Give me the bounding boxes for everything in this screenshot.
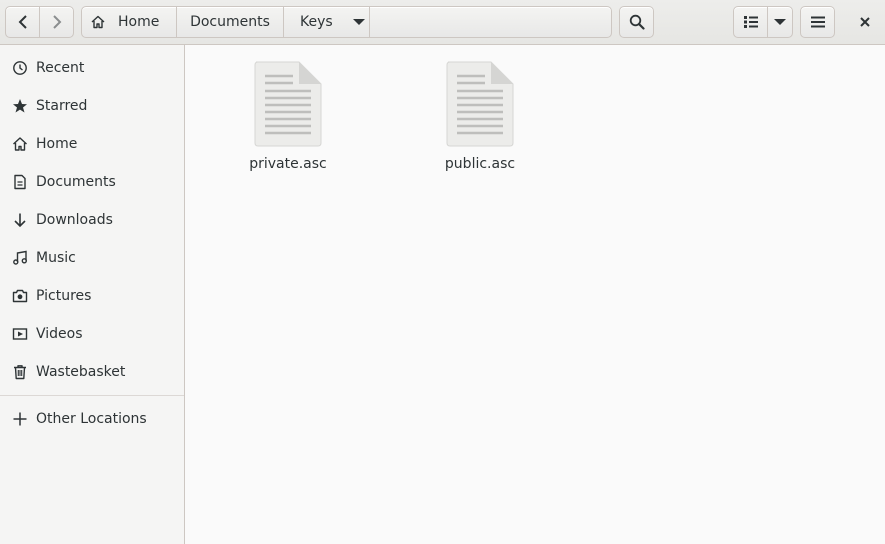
file-item[interactable]: public.asc	[420, 61, 540, 172]
sidebar-item-label: Videos	[36, 326, 83, 342]
list-view-button[interactable]	[733, 6, 768, 38]
text-file-icon	[446, 61, 514, 147]
forward-button[interactable]	[39, 6, 74, 38]
sidebar-item-downloads[interactable]: Downloads	[0, 201, 184, 239]
file-name: private.asc	[249, 156, 327, 172]
sidebar-item-pictures[interactable]: Pictures	[0, 277, 184, 315]
sidebar-item-label: Documents	[36, 174, 116, 190]
text-file-icon	[254, 61, 322, 147]
download-icon	[12, 212, 28, 228]
chevron-down-icon	[774, 19, 786, 25]
breadcrumb-home[interactable]: Home	[81, 6, 177, 38]
document-icon	[12, 174, 28, 190]
view-options-button[interactable]	[767, 6, 793, 38]
breadcrumb-label: Documents	[190, 14, 270, 30]
chevron-left-icon	[18, 15, 27, 29]
trash-icon	[12, 364, 28, 380]
sidebar-item-wastebasket[interactable]: Wastebasket	[0, 353, 184, 391]
home-icon	[12, 136, 28, 152]
plus-icon	[12, 411, 28, 427]
search-button[interactable]	[619, 6, 654, 38]
sidebar-item-label: Home	[36, 136, 78, 152]
breadcrumb-keys[interactable]: Keys	[283, 6, 370, 38]
list-view-icon	[743, 16, 758, 28]
sidebar-item-label: Downloads	[36, 212, 113, 228]
hamburger-icon	[810, 16, 825, 28]
breadcrumb-label: Home	[118, 14, 160, 30]
sidebar-item-documents[interactable]: Documents	[0, 163, 184, 201]
close-window-button[interactable]	[850, 6, 880, 38]
camera-icon	[12, 288, 28, 304]
sidebar-item-home[interactable]: Home	[0, 125, 184, 163]
breadcrumb-documents[interactable]: Documents	[176, 6, 284, 38]
search-icon	[629, 14, 645, 30]
chevron-right-icon	[52, 15, 61, 29]
file-view: private.asc public.asc	[186, 45, 885, 544]
home-icon	[91, 15, 105, 29]
file-item[interactable]: private.asc	[228, 61, 348, 172]
sidebar-item-label: Wastebasket	[36, 364, 126, 380]
sidebar-item-label: Music	[36, 250, 76, 266]
sidebar-item-label: Pictures	[36, 288, 92, 304]
sidebar-item-other-locations[interactable]: Other Locations	[0, 400, 184, 438]
sidebar-item-recent[interactable]: Recent	[0, 49, 184, 87]
sidebar-item-music[interactable]: Music	[0, 239, 184, 277]
star-icon	[12, 98, 28, 114]
music-icon	[12, 250, 28, 266]
sidebar-item-label: Starred	[36, 98, 88, 114]
video-icon	[12, 326, 28, 342]
dropdown-arrow-icon[interactable]	[352, 18, 365, 26]
sidebar: Recent Starred Home Documents Downloads …	[0, 45, 185, 544]
breadcrumb-label: Keys	[300, 14, 333, 30]
clock-icon	[12, 60, 28, 76]
sidebar-item-videos[interactable]: Videos	[0, 315, 184, 353]
main-menu-button[interactable]	[800, 6, 835, 38]
sidebar-divider	[0, 395, 184, 396]
header-bar: Home Documents Keys	[0, 0, 885, 45]
file-name: public.asc	[444, 156, 516, 172]
back-button[interactable]	[5, 6, 40, 38]
close-icon	[860, 17, 870, 27]
sidebar-item-label: Other Locations	[36, 411, 147, 427]
sidebar-item-starred[interactable]: Starred	[0, 87, 184, 125]
sidebar-item-label: Recent	[36, 60, 85, 76]
location-bar[interactable]	[369, 6, 612, 38]
